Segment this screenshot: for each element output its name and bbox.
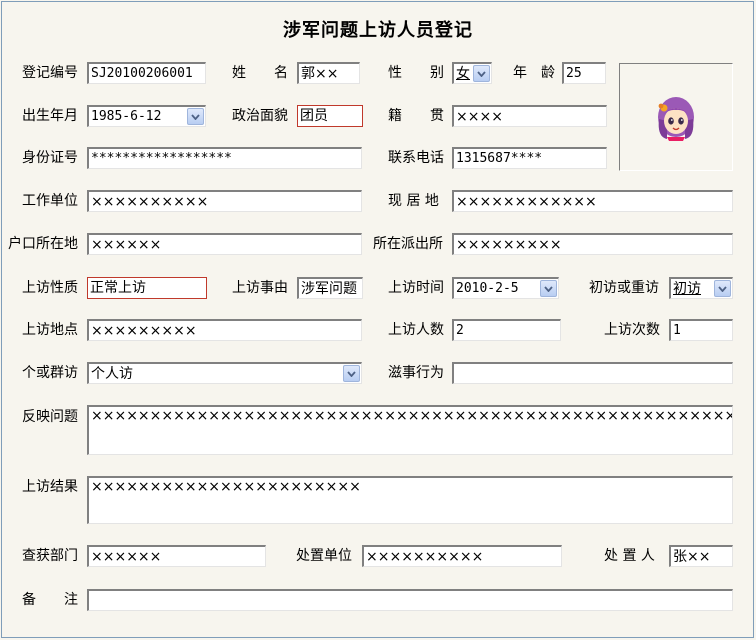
avatar-girl-icon bbox=[658, 97, 694, 141]
police-station-label: 所在派出所 bbox=[373, 236, 443, 252]
handler-field[interactable]: 张×× bbox=[669, 545, 733, 567]
handle-unit-field[interactable]: ×××××××××× bbox=[362, 545, 562, 567]
petition-people-label: 上访人数 bbox=[388, 322, 444, 338]
individual-group-label: 个或群访 bbox=[22, 365, 78, 381]
individual-group-select[interactable]: 个人访 bbox=[87, 362, 362, 384]
chevron-down-icon[interactable] bbox=[187, 108, 204, 125]
reg-no-field[interactable]: SJ20100206001 bbox=[87, 62, 206, 84]
name-field[interactable]: 郭×× bbox=[297, 62, 360, 84]
birth-label: 出生年月 bbox=[22, 108, 78, 124]
photo-frame[interactable] bbox=[619, 63, 733, 171]
petition-place-label: 上访地点 bbox=[22, 322, 78, 338]
work-unit-label: 工作单位 bbox=[22, 193, 78, 209]
birth-date-picker[interactable]: 1985-6-12 bbox=[87, 105, 206, 127]
phone-label: 联系电话 bbox=[388, 150, 444, 166]
political-label: 政治面貌 bbox=[232, 108, 288, 124]
gender-value: 女 bbox=[456, 66, 470, 82]
first-or-repeat-value: 初访 bbox=[673, 281, 701, 297]
police-station-field[interactable]: ××××××××× bbox=[452, 233, 733, 255]
chevron-down-icon[interactable] bbox=[714, 280, 731, 297]
petition-time-label: 上访时间 bbox=[388, 280, 444, 296]
hukou-field[interactable]: ×××××× bbox=[87, 233, 362, 255]
seize-dept-label: 查获部门 bbox=[22, 548, 78, 564]
petition-people-field[interactable]: 2 bbox=[452, 319, 561, 341]
petition-count-label: 上访次数 bbox=[604, 322, 660, 338]
handle-unit-label: 处置单位 bbox=[296, 548, 352, 564]
petition-time-picker[interactable]: 2010-2-5 bbox=[452, 277, 559, 299]
result-label: 上访结果 bbox=[22, 479, 78, 495]
age-label: 年 龄 bbox=[513, 65, 555, 81]
id-no-label: 身份证号 bbox=[22, 150, 78, 166]
petition-count-field[interactable]: 1 bbox=[669, 319, 733, 341]
political-field[interactable]: 团员 bbox=[297, 105, 363, 127]
remark-label: 备 注 bbox=[22, 592, 78, 608]
trouble-label: 滋事行为 bbox=[388, 365, 444, 381]
reg-no-label: 登记编号 bbox=[22, 65, 78, 81]
native-label: 籍 贯 bbox=[388, 108, 444, 124]
petition-nature-label: 上访性质 bbox=[22, 280, 78, 296]
native-field[interactable]: ×××× bbox=[452, 105, 607, 127]
trouble-field[interactable] bbox=[452, 362, 733, 384]
petition-place-field[interactable]: ××××××××× bbox=[87, 319, 362, 341]
petition-reason-field[interactable]: 涉军问题 bbox=[297, 277, 363, 299]
work-unit-field[interactable]: ×××××××××× bbox=[87, 190, 362, 212]
petition-reason-label: 上访事由 bbox=[232, 280, 288, 296]
first-or-repeat-select[interactable]: 初访 bbox=[669, 277, 733, 299]
petition-time-value: 2010-2-5 bbox=[456, 281, 519, 296]
seize-dept-field[interactable]: ×××××× bbox=[87, 545, 266, 567]
handler-label: 处 置 人 bbox=[604, 548, 655, 564]
remark-field[interactable] bbox=[87, 589, 733, 611]
chevron-down-icon[interactable] bbox=[473, 65, 490, 82]
petition-nature-field[interactable]: 正常上访 bbox=[87, 277, 207, 299]
hukou-label: 户口所在地 bbox=[8, 236, 78, 252]
chevron-down-icon[interactable] bbox=[540, 280, 557, 297]
name-label: 姓 名 bbox=[232, 65, 288, 81]
residence-label: 现 居 地 bbox=[388, 193, 439, 209]
birth-value: 1985-6-12 bbox=[91, 109, 162, 124]
gender-select[interactable]: 女 bbox=[452, 62, 492, 84]
gender-label: 性 别 bbox=[388, 65, 444, 81]
issue-label: 反映问题 bbox=[22, 409, 78, 425]
issue-textarea[interactable]: ××××××××××××××××××××××××××××××××××××××××… bbox=[87, 405, 733, 455]
individual-group-value: 个人访 bbox=[91, 365, 343, 383]
chevron-down-icon[interactable] bbox=[343, 365, 360, 382]
first-or-repeat-label: 初访或重访 bbox=[589, 280, 659, 296]
phone-field[interactable]: 1315687**** bbox=[452, 147, 607, 169]
age-field[interactable]: 25 bbox=[562, 62, 606, 84]
page-title: 涉军问题上访人员登记 bbox=[283, 20, 473, 41]
id-no-field[interactable]: ****************** bbox=[87, 147, 362, 169]
residence-field[interactable]: ×××××××××××× bbox=[452, 190, 733, 212]
result-textarea[interactable]: ××××××××××××××××××××××× bbox=[87, 476, 733, 524]
